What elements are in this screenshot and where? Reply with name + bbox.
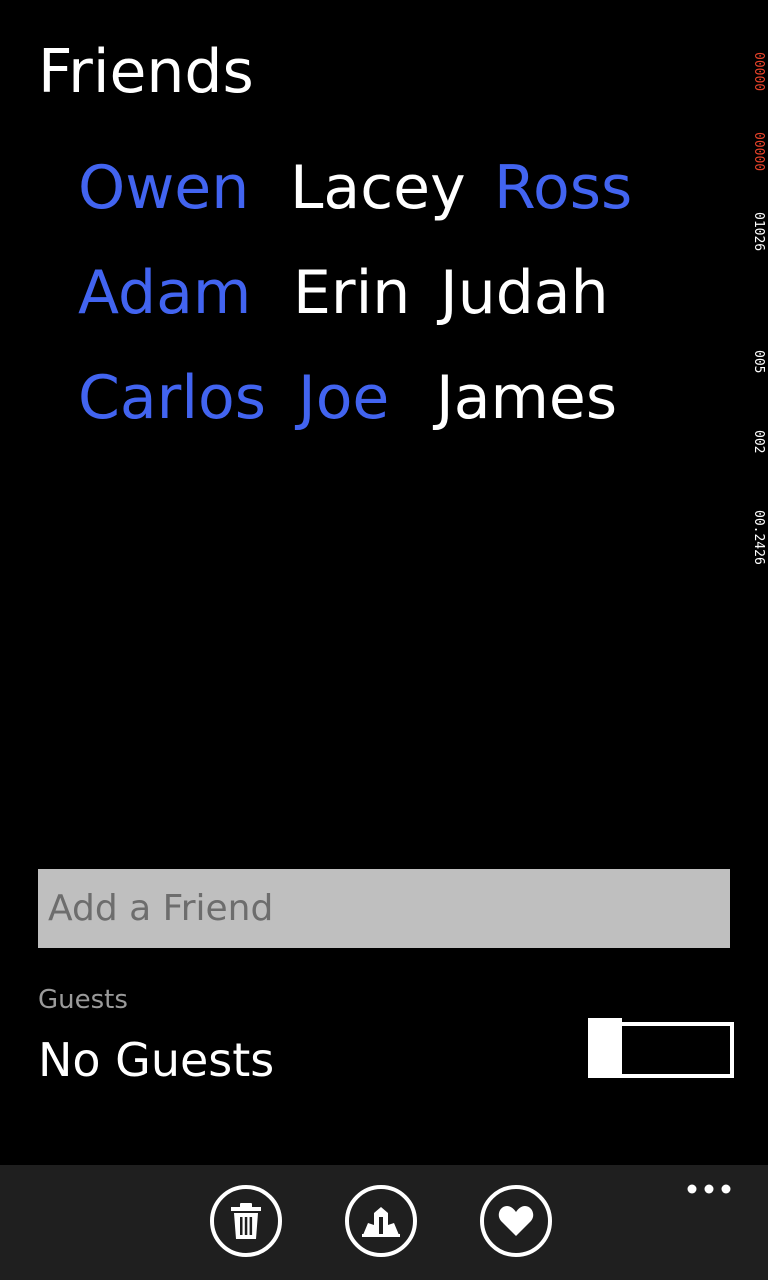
- texture-counter: 002: [751, 430, 766, 454]
- guests-label: Guests: [38, 985, 128, 1015]
- app-bar: [0, 1165, 768, 1280]
- frame-rate-counter-2: 00000: [751, 132, 766, 172]
- friend-name[interactable]: Lacey: [290, 148, 466, 228]
- more-dots-icon: [687, 1184, 731, 1194]
- surface-counter: 005: [751, 350, 766, 374]
- friend-name[interactable]: James: [436, 358, 617, 438]
- frame-rate-counter-1: 00000: [751, 52, 766, 92]
- toggle-track: [618, 1022, 734, 1078]
- more-options-button[interactable]: [684, 1177, 734, 1201]
- friends-row-3: Carlos Joe James: [78, 358, 638, 438]
- trash-icon: [231, 1203, 261, 1239]
- location-button[interactable]: [345, 1185, 417, 1257]
- friends-row-1: Owen Lacey Ross: [78, 148, 638, 228]
- friends-page: Friends Owen Lacey Ross Adam Erin Judah …: [0, 0, 768, 1280]
- friend-name[interactable]: Carlos: [78, 358, 266, 438]
- guests-toggle-switch[interactable]: [588, 1018, 734, 1078]
- guests-value: No Guests: [38, 1033, 275, 1087]
- friend-name[interactable]: Ross: [494, 148, 632, 228]
- friend-name[interactable]: Owen: [78, 148, 249, 228]
- friends-row-2: Adam Erin Judah: [78, 253, 638, 333]
- fill-rate-counter: 00.2426: [751, 510, 766, 565]
- building-icon: [362, 1207, 400, 1237]
- page-title: Friends: [38, 37, 254, 107]
- delete-button[interactable]: [210, 1185, 282, 1257]
- friend-name[interactable]: Erin: [293, 253, 410, 333]
- friend-name[interactable]: Judah: [440, 253, 609, 333]
- favorite-button[interactable]: [480, 1185, 552, 1257]
- friend-name[interactable]: Joe: [298, 358, 389, 438]
- toggle-knob: [588, 1018, 622, 1078]
- friend-name[interactable]: Adam: [78, 253, 251, 333]
- memory-counter: 01026: [751, 212, 766, 252]
- add-friend-input[interactable]: [38, 869, 730, 948]
- heart-icon: [498, 1206, 534, 1236]
